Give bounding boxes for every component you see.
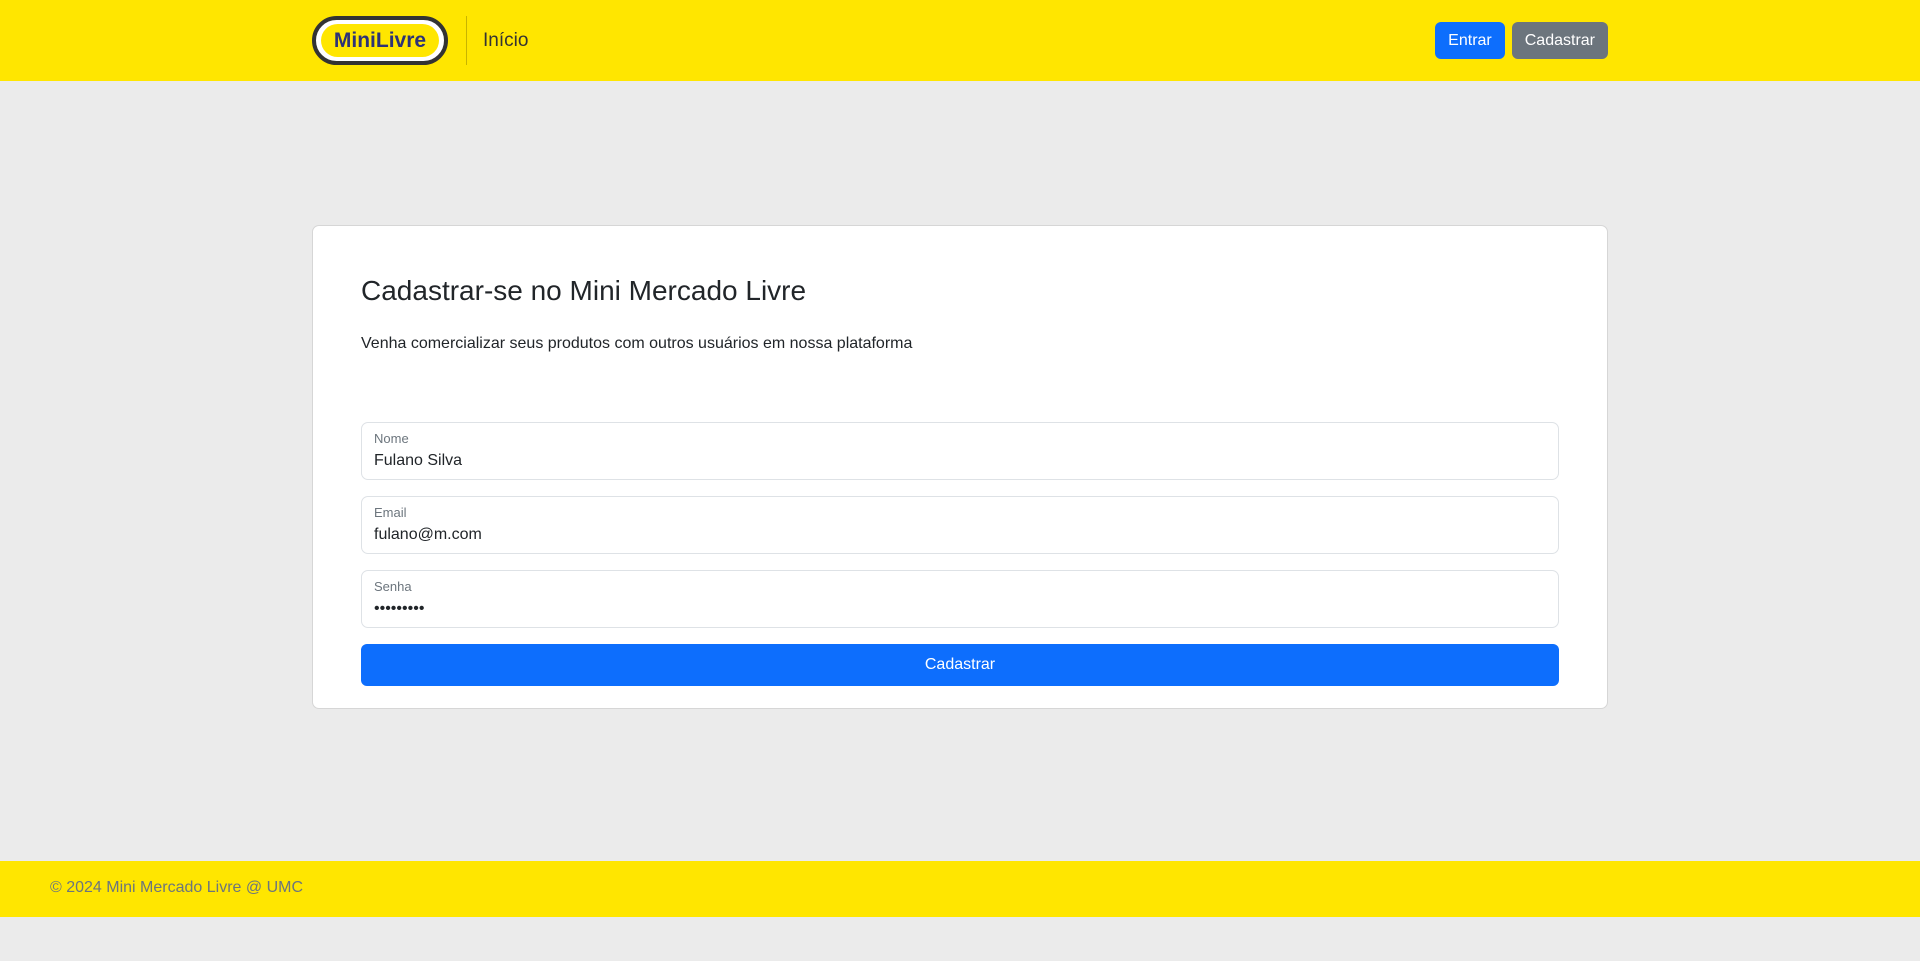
navbar-right: Entrar Cadastrar	[1435, 22, 1608, 59]
submit-group: Cadastrar	[361, 644, 1559, 686]
navbar-left: MiniLivre Início	[312, 0, 528, 81]
footer: © 2024 Mini Mercado Livre @ UMC	[0, 861, 1920, 917]
password-field-label: Senha	[374, 579, 412, 594]
brand-logo[interactable]: MiniLivre	[312, 16, 448, 65]
password-input[interactable]	[374, 598, 1544, 620]
name-field[interactable]: Nome	[361, 422, 1559, 480]
signup-card-body: Cadastrar-se no Mini Mercado Livre Venha…	[361, 274, 1559, 686]
signup-card: Cadastrar-se no Mini Mercado Livre Venha…	[312, 225, 1608, 709]
nav-link-home[interactable]: Início	[483, 30, 528, 52]
email-field[interactable]: Email	[361, 496, 1559, 554]
name-input[interactable]	[374, 450, 1544, 472]
navbar-divider	[466, 16, 467, 65]
login-button[interactable]: Entrar	[1435, 22, 1505, 59]
navbar-container: MiniLivre Início Entrar Cadastrar	[312, 0, 1608, 81]
password-field[interactable]: Senha	[361, 570, 1559, 628]
name-field-label: Nome	[374, 431, 409, 446]
footer-copyright: © 2024 Mini Mercado Livre @ UMC	[50, 879, 303, 896]
submit-signup-button[interactable]: Cadastrar	[361, 644, 1559, 686]
email-input[interactable]	[374, 524, 1544, 546]
email-field-label: Email	[374, 505, 407, 520]
name-field-group: Nome	[361, 422, 1559, 480]
email-field-group: Email	[361, 496, 1559, 554]
page-title: Cadastrar-se no Mini Mercado Livre	[361, 275, 807, 306]
page-subtitle: Venha comercializar seus produtos com ou…	[361, 335, 913, 352]
signup-nav-button[interactable]: Cadastrar	[1511, 22, 1608, 59]
password-field-group: Senha	[361, 570, 1559, 628]
navbar: MiniLivre Início Entrar Cadastrar	[0, 0, 1920, 81]
brand-logo-text: MiniLivre	[321, 24, 439, 57]
